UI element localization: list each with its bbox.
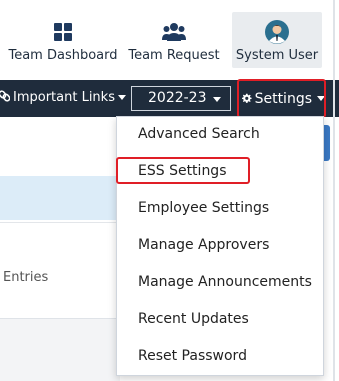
dashboard-grid-icon bbox=[53, 20, 73, 44]
system-user-label: System User bbox=[235, 48, 319, 63]
financial-year-value: 2022-23 bbox=[148, 90, 207, 106]
important-links-menu[interactable]: Important Links bbox=[0, 90, 126, 105]
settings-dropdown-menu: Advanced Search ESS Settings Employee Se… bbox=[116, 116, 324, 376]
table-header-band bbox=[0, 176, 120, 220]
entries-label: Entries bbox=[3, 270, 49, 285]
menu-item-reset-password[interactable]: Reset Password bbox=[138, 348, 247, 364]
table-footer-strip bbox=[0, 319, 120, 381]
team-dashboard-tile[interactable]: Team Dashboard bbox=[8, 12, 118, 68]
top-header: Team Dashboard Team Request System User bbox=[0, 0, 339, 80]
team-request-label: Team Request bbox=[128, 48, 220, 63]
important-links-label: Important Links bbox=[13, 90, 115, 105]
menu-item-employee-settings[interactable]: Employee Settings bbox=[138, 200, 269, 216]
menu-item-recent-updates[interactable]: Recent Updates bbox=[138, 311, 249, 327]
team-request-tile[interactable]: Team Request bbox=[126, 12, 222, 68]
team-dashboard-label: Team Dashboard bbox=[8, 48, 118, 63]
user-avatar-icon bbox=[265, 20, 289, 44]
menu-item-manage-announcements[interactable]: Manage Announcements bbox=[138, 274, 312, 290]
page-right-border bbox=[333, 0, 335, 381]
menu-item-advanced-search[interactable]: Advanced Search bbox=[138, 126, 260, 142]
link-icon bbox=[0, 90, 11, 102]
users-group-icon bbox=[162, 20, 186, 44]
menu-item-manage-approvers[interactable]: Manage Approvers bbox=[138, 237, 269, 253]
divider bbox=[0, 222, 120, 223]
chevron-down-icon bbox=[117, 95, 126, 100]
ess-settings-highlight-box bbox=[116, 157, 250, 184]
system-user-tile[interactable]: System User bbox=[232, 12, 322, 68]
chevron-down-icon bbox=[213, 97, 221, 102]
settings-highlight-box bbox=[237, 79, 326, 118]
financial-year-select[interactable]: 2022-23 bbox=[131, 86, 231, 111]
